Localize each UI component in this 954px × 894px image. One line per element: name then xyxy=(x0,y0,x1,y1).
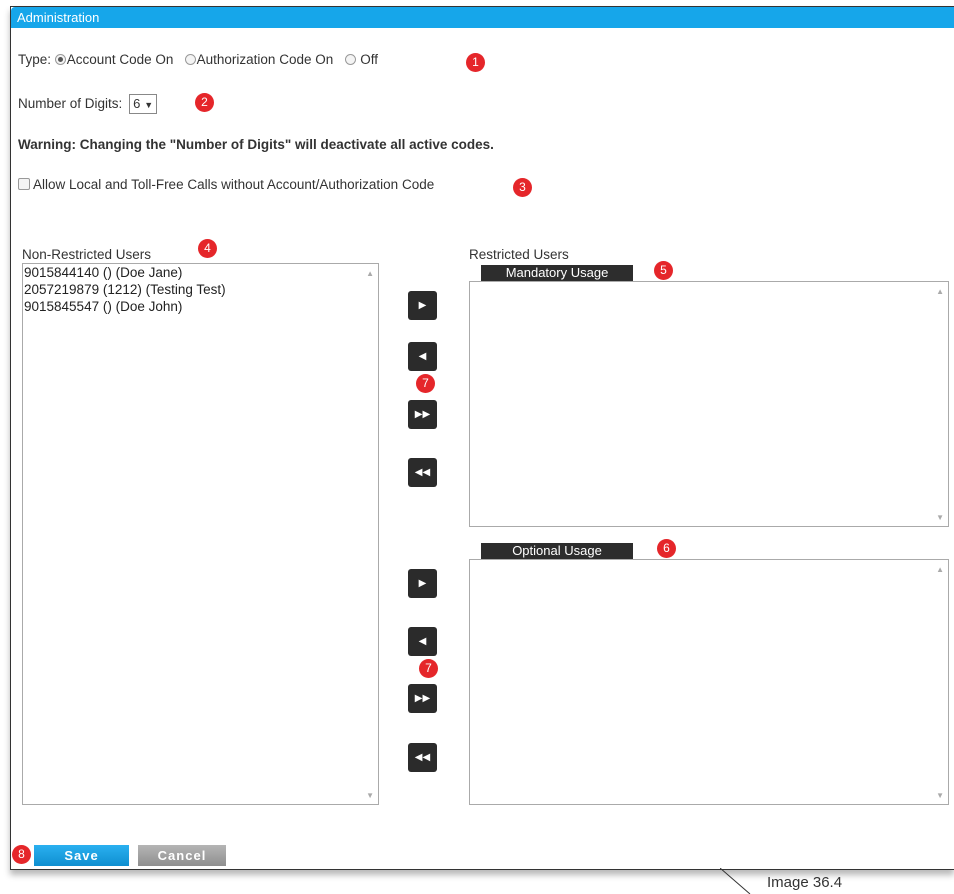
callout-badge: 8 xyxy=(12,845,31,864)
callout-badge: 4 xyxy=(198,239,217,258)
type-row: Type: Account Code On Authorization Code… xyxy=(18,52,378,67)
move-left-icon: ◀ xyxy=(418,636,427,647)
cancel-button[interactable]: Cancel xyxy=(138,845,226,866)
callout-badge: 7 xyxy=(419,659,438,678)
move-right-icon: ▶ xyxy=(418,578,427,589)
list-item[interactable]: 9015845547 () (Doe John) xyxy=(23,298,378,315)
digits-warning: Warning: Changing the "Number of Digits"… xyxy=(18,137,494,152)
optional-usage-list[interactable]: ▲ ▼ xyxy=(469,559,949,805)
move-right-button[interactable]: ▶ xyxy=(408,569,437,598)
callout-badge: 6 xyxy=(657,539,676,558)
allow-local-label: Allow Local and Toll-Free Calls without … xyxy=(33,177,435,192)
restricted-title: Restricted Users xyxy=(469,247,569,262)
scroll-up-icon[interactable]: ▲ xyxy=(936,287,944,296)
digits-select[interactable]: 6 ▼ xyxy=(129,94,158,114)
digits-row: Number of Digits: 6 ▼ xyxy=(18,94,158,114)
scroll-up-icon[interactable]: ▲ xyxy=(366,269,374,278)
list-item[interactable]: 2057219879 (1212) (Testing Test) xyxy=(23,281,378,298)
scroll-down-icon[interactable]: ▼ xyxy=(936,513,944,522)
save-button[interactable]: Save xyxy=(34,845,129,866)
scroll-down-icon[interactable]: ▼ xyxy=(366,791,374,800)
move-left-button[interactable]: ◀ xyxy=(408,342,437,371)
administration-window: Administration Type: Account Code On Aut… xyxy=(10,6,954,870)
non-restricted-title: Non-Restricted Users xyxy=(22,247,152,262)
allow-local-row: Allow Local and Toll-Free Calls without … xyxy=(18,177,434,192)
non-restricted-list[interactable]: 9015844140 () (Doe Jane) 2057219879 (121… xyxy=(22,263,379,805)
move-all-left-icon: ◀◀ xyxy=(414,752,431,763)
move-all-right-icon: ▶▶ xyxy=(414,693,431,704)
image-caption: Image 36.4 xyxy=(767,874,843,891)
radio-account-code[interactable] xyxy=(54,54,66,65)
digits-value: 6 xyxy=(133,96,141,111)
move-all-left-button[interactable]: ◀◀ xyxy=(408,743,437,772)
callout-badge: 2 xyxy=(195,93,214,112)
callout-badge: 7 xyxy=(416,374,435,393)
move-left-button[interactable]: ◀ xyxy=(408,627,437,656)
scroll-up-icon[interactable]: ▲ xyxy=(936,565,944,574)
move-right-button[interactable]: ▶ xyxy=(408,291,437,320)
mandatory-usage-header: Mandatory Usage xyxy=(481,265,633,281)
window-title: Administration xyxy=(11,7,954,28)
type-label: Type: xyxy=(18,52,52,67)
radio-off[interactable] xyxy=(344,54,356,65)
move-left-icon: ◀ xyxy=(418,351,427,362)
radio-off-label: Off xyxy=(360,52,379,67)
move-all-right-button[interactable]: ▶▶ xyxy=(408,400,437,429)
radio-account-code-label: Account Code On xyxy=(66,52,174,67)
optional-usage-header: Optional Usage xyxy=(481,543,633,559)
chevron-down-icon: ▼ xyxy=(144,100,154,110)
allow-local-checkbox[interactable] xyxy=(18,178,30,190)
radio-authorization-code[interactable] xyxy=(184,54,196,65)
radio-authorization-code-label: Authorization Code On xyxy=(196,52,334,67)
digits-label: Number of Digits: xyxy=(18,96,123,111)
move-all-left-icon: ◀◀ xyxy=(414,467,431,478)
move-all-right-button[interactable]: ▶▶ xyxy=(408,684,437,713)
callout-badge: 3 xyxy=(513,178,532,197)
move-right-icon: ▶ xyxy=(418,300,427,311)
mandatory-usage-list[interactable]: ▲ ▼ xyxy=(469,281,949,527)
callout-badge: 5 xyxy=(654,261,673,280)
move-all-right-icon: ▶▶ xyxy=(414,409,431,420)
scroll-down-icon[interactable]: ▼ xyxy=(936,791,944,800)
callout-badge: 1 xyxy=(466,53,485,72)
move-all-left-button[interactable]: ◀◀ xyxy=(408,458,437,487)
list-item[interactable]: 9015844140 () (Doe Jane) xyxy=(23,264,378,281)
